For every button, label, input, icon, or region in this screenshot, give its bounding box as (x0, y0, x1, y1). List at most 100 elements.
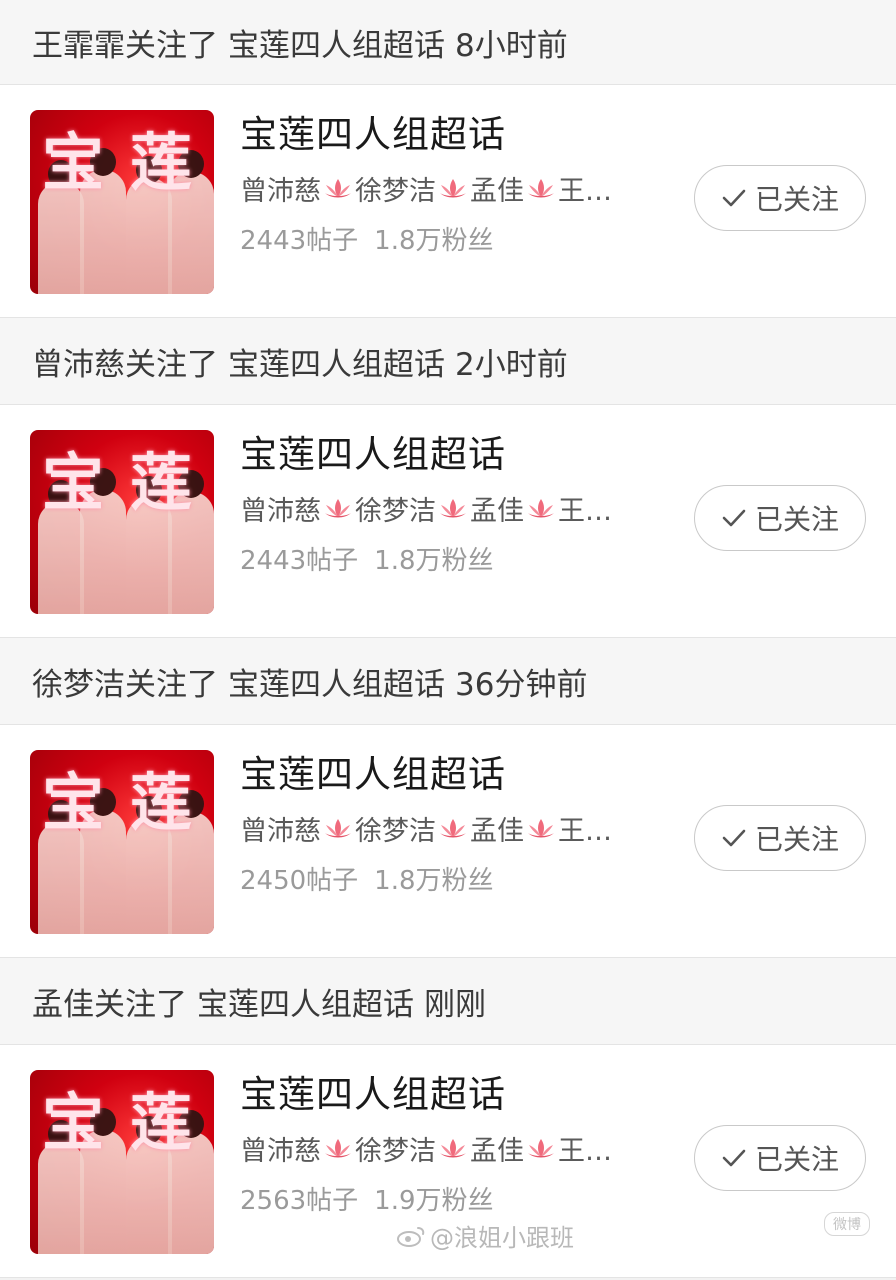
member-name: 徐梦洁 (355, 1136, 436, 1167)
post-count: 2450帖子 (240, 866, 359, 896)
supertopic-cover-image[interactable]: 宝 莲 (30, 750, 214, 934)
lotus-icon (438, 1137, 468, 1159)
lotus-icon (323, 1137, 353, 1159)
supertopic-card[interactable]: 宝 莲 宝莲四人组超话 曾沛慈 徐梦洁 孟佳 王… 2443帖子 1.8万粉丝 已… (0, 84, 896, 318)
activity-actor: 曾沛慈关注了 (32, 346, 218, 383)
fan-count: 1.8万粉丝 (374, 226, 494, 256)
activity-target-link[interactable]: 宝莲四人组超话 (228, 339, 445, 384)
activity-header: 王霏霏关注了 宝莲四人组超话 8小时前 (0, 0, 896, 84)
weibo-icon (397, 1226, 425, 1247)
activity-target-link[interactable]: 宝莲四人组超话 (228, 659, 445, 704)
activity-time: 8小时前 (455, 27, 568, 64)
supertopic-stats: 2443帖子 1.8万粉丝 (240, 220, 612, 257)
followed-button[interactable]: 已关注 (694, 1125, 866, 1191)
supertopic-cover-image[interactable]: 宝 莲 (30, 430, 214, 614)
lotus-icon (323, 817, 353, 839)
supertopic-stats: 2443帖子 1.8万粉丝 (240, 540, 612, 577)
check-icon (722, 509, 746, 527)
followed-button-label: 已关注 (754, 1143, 839, 1176)
supertopic-title[interactable]: 宝莲四人组超话 (240, 1073, 612, 1117)
supertopic-card[interactable]: 宝 莲 宝莲四人组超话 曾沛慈 徐梦洁 孟佳 王… 2443帖子 1.8万粉丝 已… (0, 404, 896, 638)
weibo-watermark: @浪姐小跟班 (396, 1218, 574, 1253)
lotus-icon (438, 177, 468, 199)
member-name: 徐梦洁 (355, 176, 436, 207)
member-name: 王… (558, 816, 612, 847)
lotus-icon (526, 1137, 556, 1159)
supertopic-info: 宝莲四人组超话 曾沛慈 徐梦洁 孟佳 王… 2443帖子 1.8万粉丝 (240, 433, 612, 577)
cover-text: 宝 (42, 126, 105, 199)
member-name: 曾沛慈 (240, 816, 321, 847)
member-name: 孟佳 (470, 1136, 524, 1167)
member-name: 王… (558, 176, 612, 207)
cover-text: 莲 (130, 766, 193, 839)
check-icon (722, 829, 746, 847)
supertopic-cover-image[interactable]: 宝 莲 (30, 1070, 214, 1254)
member-name: 徐梦洁 (355, 496, 436, 527)
supertopic-stats: 2450帖子 1.8万粉丝 (240, 860, 612, 897)
member-list: 曾沛慈 徐梦洁 孟佳 王… (240, 1129, 612, 1168)
member-name: 孟佳 (470, 176, 524, 207)
supertopic-title[interactable]: 宝莲四人组超话 (240, 753, 612, 797)
activity-actor: 孟佳关注了 (32, 986, 187, 1023)
followed-button-label: 已关注 (754, 823, 839, 856)
fan-count: 1.8万粉丝 (374, 546, 494, 576)
lotus-icon (323, 497, 353, 519)
lotus-icon (526, 497, 556, 519)
corner-badge: 微博 (824, 1212, 870, 1236)
activity-actor: 徐梦洁关注了 (32, 666, 218, 703)
watermark-text: @浪姐小跟班 (430, 1224, 574, 1252)
followed-button[interactable]: 已关注 (694, 805, 866, 871)
member-name: 徐梦洁 (355, 816, 436, 847)
supertopic-title[interactable]: 宝莲四人组超话 (240, 433, 612, 477)
activity-header: 曾沛慈关注了 宝莲四人组超话 2小时前 (0, 318, 896, 404)
followed-button-label: 已关注 (754, 503, 839, 536)
cover-text: 莲 (130, 1086, 193, 1159)
lotus-icon (526, 817, 556, 839)
supertopic-title[interactable]: 宝莲四人组超话 (240, 113, 612, 157)
post-count: 2563帖子 (240, 1186, 359, 1216)
fan-count: 1.9万粉丝 (374, 1186, 494, 1216)
lotus-icon (438, 817, 468, 839)
member-name: 孟佳 (470, 496, 524, 527)
member-name: 王… (558, 1136, 612, 1167)
supertopic-info: 宝莲四人组超话 曾沛慈 徐梦洁 孟佳 王… 2450帖子 1.8万粉丝 (240, 753, 612, 897)
cover-text: 莲 (130, 126, 193, 199)
cover-text: 宝 (42, 766, 105, 839)
supertopic-cover-image[interactable]: 宝 莲 (30, 110, 214, 294)
supertopic-info: 宝莲四人组超话 曾沛慈 徐梦洁 孟佳 王… 2443帖子 1.8万粉丝 (240, 113, 612, 257)
supertopic-info: 宝莲四人组超话 曾沛慈 徐梦洁 孟佳 王… 2563帖子 1.9万粉丝 (240, 1073, 612, 1217)
lotus-icon (526, 177, 556, 199)
supertopic-card[interactable]: 宝 莲 宝莲四人组超话 曾沛慈 徐梦洁 孟佳 王… 2450帖子 1.8万粉丝 已… (0, 724, 896, 958)
member-list: 曾沛慈 徐梦洁 孟佳 王… (240, 489, 612, 528)
followed-button[interactable]: 已关注 (694, 485, 866, 551)
supertopic-stats: 2563帖子 1.9万粉丝 (240, 1180, 612, 1217)
activity-target-link[interactable]: 宝莲四人组超话 (197, 979, 414, 1024)
feed-item: 徐梦洁关注了 宝莲四人组超话 36分钟前 宝 莲 宝莲四人组超话 曾沛慈 徐梦洁… (0, 638, 896, 958)
fan-count: 1.8万粉丝 (374, 866, 494, 896)
followed-button-label: 已关注 (754, 183, 839, 216)
followed-button[interactable]: 已关注 (694, 165, 866, 231)
activity-time: 刚刚 (424, 986, 486, 1023)
cover-text: 莲 (130, 446, 193, 519)
activity-time: 36分钟前 (455, 666, 588, 703)
activity-time: 2小时前 (455, 346, 568, 383)
lotus-icon (438, 497, 468, 519)
cover-text: 宝 (42, 446, 105, 519)
activity-target-link[interactable]: 宝莲四人组超话 (228, 20, 445, 65)
member-name: 曾沛慈 (240, 496, 321, 527)
post-count: 2443帖子 (240, 226, 359, 256)
feed-item: 曾沛慈关注了 宝莲四人组超话 2小时前 宝 莲 宝莲四人组超话 曾沛慈 徐梦洁 … (0, 318, 896, 638)
member-list: 曾沛慈 徐梦洁 孟佳 王… (240, 169, 612, 208)
cover-text: 宝 (42, 1086, 105, 1159)
activity-header: 徐梦洁关注了 宝莲四人组超话 36分钟前 (0, 638, 896, 724)
feed-item: 王霏霏关注了 宝莲四人组超话 8小时前 宝 莲 宝莲四人组超话 曾沛慈 徐梦洁 … (0, 0, 896, 318)
lotus-icon (323, 177, 353, 199)
check-icon (722, 189, 746, 207)
activity-actor: 王霏霏关注了 (32, 27, 218, 64)
member-name: 孟佳 (470, 816, 524, 847)
member-list: 曾沛慈 徐梦洁 孟佳 王… (240, 809, 612, 848)
activity-header: 孟佳关注了 宝莲四人组超话 刚刚 (0, 958, 896, 1044)
check-icon (722, 1149, 746, 1167)
post-count: 2443帖子 (240, 546, 359, 576)
member-name: 曾沛慈 (240, 176, 321, 207)
